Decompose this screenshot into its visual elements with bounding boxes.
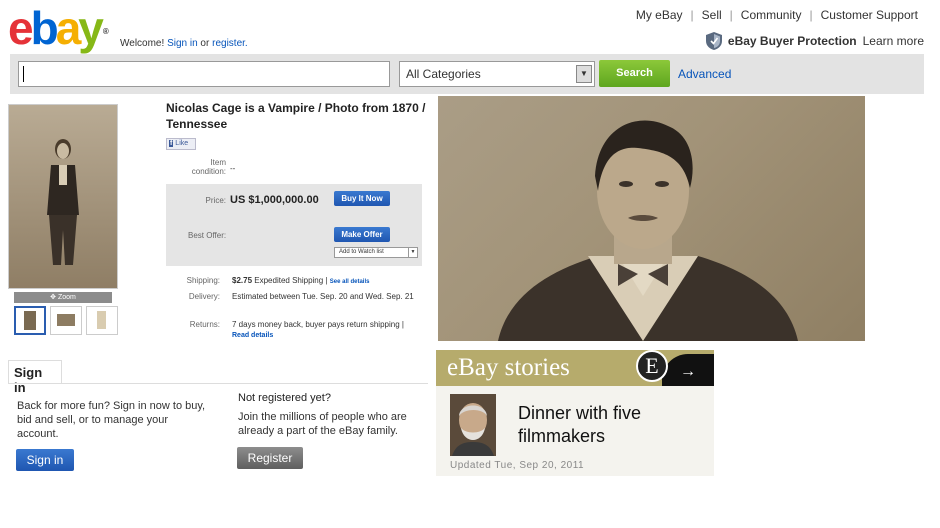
thumbnail-strip	[14, 306, 118, 335]
nav-community[interactable]: Community	[741, 8, 802, 22]
nav-customer-support[interactable]: Customer Support	[821, 8, 918, 22]
sign-in-text: Back for more fun? Sign in now to buy, b…	[17, 400, 206, 440]
listing-panel: ✥ Zoom Nicolas Cage is a Vampire / Photo…	[8, 96, 426, 348]
divider	[8, 383, 428, 384]
welcome-message: Welcome! Sign in or register.	[120, 38, 248, 49]
zoom-bar[interactable]: ✥ Zoom	[14, 292, 112, 303]
learn-more-link[interactable]: Learn more	[863, 34, 924, 48]
facebook-icon: f	[169, 140, 174, 147]
delivery-value: Estimated between Tue. Sep. 20 and Wed. …	[232, 292, 414, 301]
not-registered-heading: Not registered yet?	[238, 392, 331, 404]
register-link[interactable]: register.	[212, 38, 248, 49]
or-text: or	[200, 38, 210, 49]
nav-separator: |	[809, 8, 813, 22]
listing-title: Nicolas Cage is a Vampire / Photo from 1…	[166, 101, 426, 131]
item-condition-value: --	[230, 164, 236, 173]
logo-letter-e: e	[8, 2, 34, 54]
story-portrait	[450, 394, 496, 456]
nav-my-ebay[interactable]: My eBay	[636, 8, 683, 22]
photo-figure	[47, 139, 79, 265]
read-details-link[interactable]: Read details	[232, 332, 273, 339]
zoom-icon: ✥	[50, 294, 56, 301]
zoom-label: Zoom	[57, 294, 76, 301]
logo-letter-b: b	[30, 2, 59, 54]
chevron-down-icon[interactable]: ▼	[408, 248, 417, 257]
sign-in-link[interactable]: Sign in	[167, 38, 198, 49]
returns-value: 7 days money back, buyer pays return shi…	[232, 320, 400, 329]
logo-letter-a: a	[55, 2, 82, 54]
make-offer-button[interactable]: Make Offer	[334, 227, 390, 242]
category-value: All Categories	[406, 67, 481, 81]
nav-separator: |	[729, 8, 733, 22]
listing-main-photo[interactable]	[8, 104, 118, 289]
stories-heading: eBay stories	[447, 354, 570, 381]
chevron-down-icon[interactable]: ▼	[576, 65, 592, 83]
portrait-figure	[498, 120, 798, 341]
registered-mark: ®	[102, 27, 109, 36]
add-to-watch-list-button[interactable]: Add to Watch list ▼	[334, 247, 418, 258]
watch-list-label: Add to Watch list	[339, 249, 384, 255]
returns-label: Returns:	[189, 320, 220, 329]
arrow-icon[interactable]: →	[662, 354, 714, 386]
story-updated: Updated Tue, Sep 20, 2011	[450, 460, 585, 471]
shield-icon	[705, 32, 722, 50]
category-select[interactable]: All Categories ▼	[399, 61, 595, 87]
separator: |	[401, 320, 404, 329]
join-text: Join the millions of people who are alre…	[238, 411, 407, 437]
advanced-search-link[interactable]: Advanced	[678, 67, 731, 81]
facebook-like-button[interactable]: f Like	[166, 138, 196, 150]
story-title[interactable]: Dinner with five filmmakers	[518, 402, 708, 448]
top-nav: My eBay | Sell | Community | Customer Su…	[636, 8, 918, 22]
welcome-text: Welcome!	[120, 38, 165, 49]
story-photo[interactable]	[450, 394, 496, 456]
price-label: Price:	[205, 196, 226, 205]
arrow-glyph: →	[680, 363, 696, 380]
sign-in-button[interactable]: Sign in	[16, 449, 74, 471]
shipping-cost: $2.75	[232, 276, 253, 285]
price-box: Price: US $1,000,000.00 Buy It Now Best …	[166, 184, 422, 266]
item-condition-label: Item condition:	[191, 158, 226, 176]
listing-large-photo[interactable]	[438, 96, 865, 341]
register-button[interactable]: Register	[237, 447, 303, 469]
delivery-label: Delivery:	[188, 292, 220, 301]
buyer-protection: eBay Buyer Protection Learn more	[705, 32, 924, 50]
price-value: US $1,000,000.00	[230, 194, 319, 206]
text-cursor	[23, 66, 24, 82]
best-offer-label: Best Offer:	[188, 231, 227, 240]
thumbnail-2[interactable]	[50, 306, 82, 335]
search-bar: All Categories ▼ Search Advanced	[10, 54, 924, 94]
stories-badge: E	[636, 350, 668, 382]
see-all-details-link[interactable]: See all details	[330, 279, 370, 285]
logo-letter-y: y	[78, 2, 104, 54]
search-input[interactable]	[18, 61, 390, 87]
shipping-method: Expedited Shipping	[254, 276, 324, 285]
sign-in-heading: Sign in	[8, 360, 62, 395]
nav-sell[interactable]: Sell	[702, 8, 722, 22]
ebay-stories-panel[interactable]: eBay stories → E Dinner with five filmma…	[436, 350, 714, 476]
separator: |	[325, 276, 328, 285]
nav-separator: |	[690, 8, 694, 22]
buy-it-now-button[interactable]: Buy It Now	[334, 191, 390, 206]
thumbnail-1[interactable]	[14, 306, 46, 335]
thumbnail-3[interactable]	[86, 306, 118, 335]
like-label: Like	[175, 140, 189, 147]
search-button[interactable]: Search	[599, 60, 670, 87]
ebay-logo[interactable]: ebay ®	[8, 2, 109, 54]
buyer-protection-label[interactable]: eBay Buyer Protection	[728, 34, 857, 48]
shipping-label: Shipping:	[186, 276, 220, 285]
stories-header: eBay stories → E	[436, 350, 714, 386]
